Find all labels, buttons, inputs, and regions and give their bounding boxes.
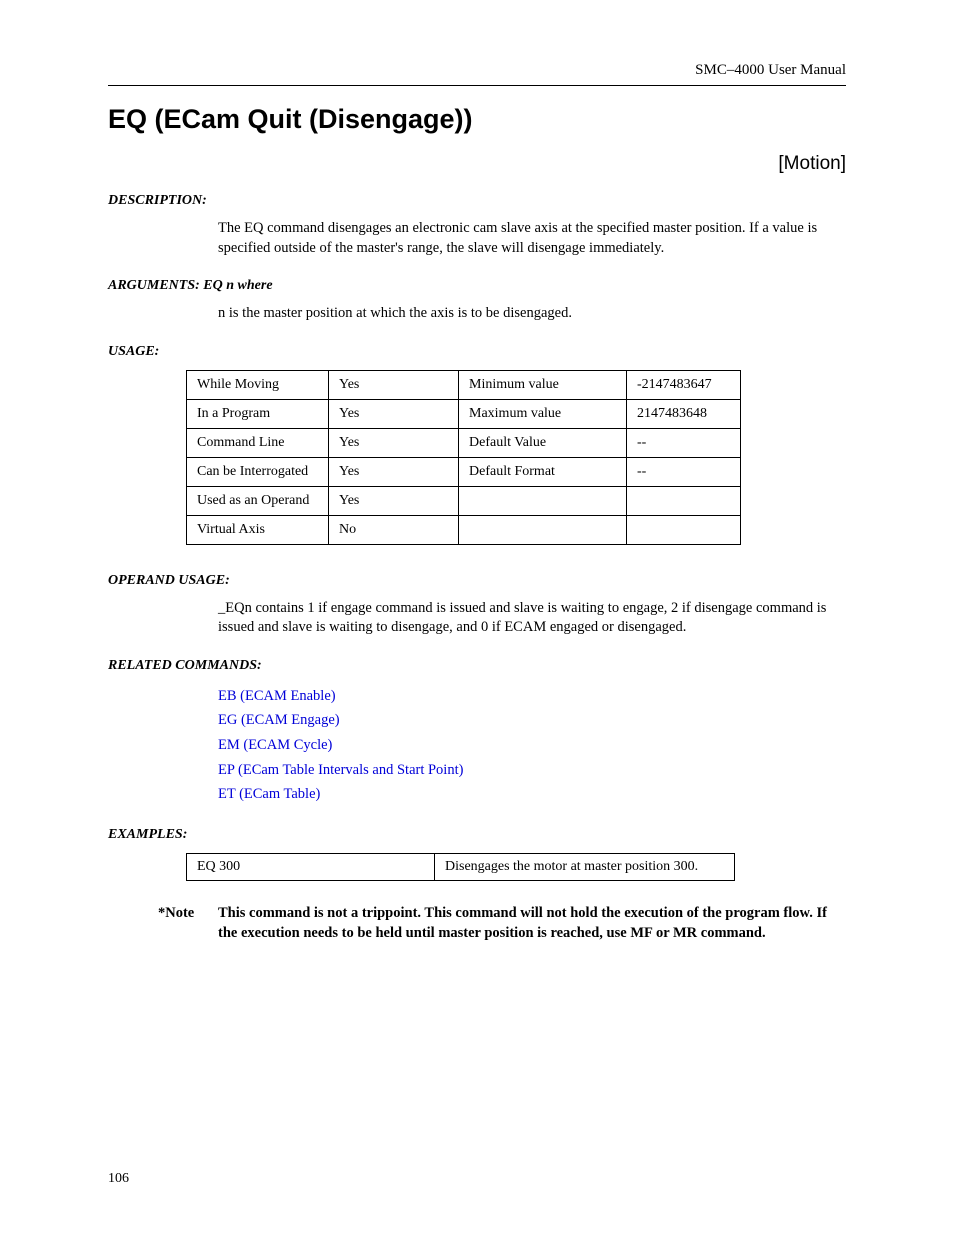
table-row: Used as an Operand Yes xyxy=(187,486,741,515)
page-title: EQ (ECam Quit (Disengage)) xyxy=(108,104,846,135)
related-commands-list: EB (ECAM Enable) EG (ECAM Engage) EM (EC… xyxy=(218,684,846,807)
note-label: *Note xyxy=(158,903,218,944)
header-rule xyxy=(108,85,846,86)
header-manual-title: SMC–4000 User Manual xyxy=(108,62,846,79)
related-link-eg[interactable]: EG (ECAM Engage) xyxy=(218,712,340,728)
table-row: In a Program Yes Maximum value 214748364… xyxy=(187,399,741,428)
table-row: Command Line Yes Default Value -- xyxy=(187,428,741,457)
arguments-label: ARGUMENTS: EQ n where xyxy=(108,278,846,294)
examples-table: EQ 300 Disengages the motor at master po… xyxy=(186,853,735,881)
usage-label: USAGE: xyxy=(108,344,846,360)
table-row: EQ 300 Disengages the motor at master po… xyxy=(187,854,735,881)
table-row: Can be Interrogated Yes Default Format -… xyxy=(187,457,741,486)
related-link-ep[interactable]: EP (ECam Table Intervals and Start Point… xyxy=(218,762,463,778)
table-row: Virtual Axis No xyxy=(187,515,741,544)
usage-table: While Moving Yes Minimum value -21474836… xyxy=(186,370,741,545)
operand-usage-text: _EQn contains 1 if engage command is iss… xyxy=(218,599,846,638)
description-text: The EQ command disengages an electronic … xyxy=(218,219,846,258)
related-commands-label: RELATED COMMANDS: xyxy=(108,658,846,674)
command-category: [Motion] xyxy=(108,153,846,175)
operand-usage-label: OPERAND USAGE: xyxy=(108,573,846,589)
related-link-eb[interactable]: EB (ECAM Enable) xyxy=(218,688,336,704)
page-number: 106 xyxy=(108,1171,129,1187)
note-block: *Note This command is not a trippoint. T… xyxy=(158,903,846,944)
examples-label: EXAMPLES: xyxy=(108,827,846,843)
related-link-em[interactable]: EM (ECAM Cycle) xyxy=(218,737,332,753)
description-label: DESCRIPTION: xyxy=(108,193,846,209)
related-link-et[interactable]: ET (ECam Table) xyxy=(218,786,320,802)
arguments-text: n is the master position at which the ax… xyxy=(218,304,846,324)
table-row: While Moving Yes Minimum value -21474836… xyxy=(187,370,741,399)
note-text: This command is not a trippoint. This co… xyxy=(218,903,846,944)
